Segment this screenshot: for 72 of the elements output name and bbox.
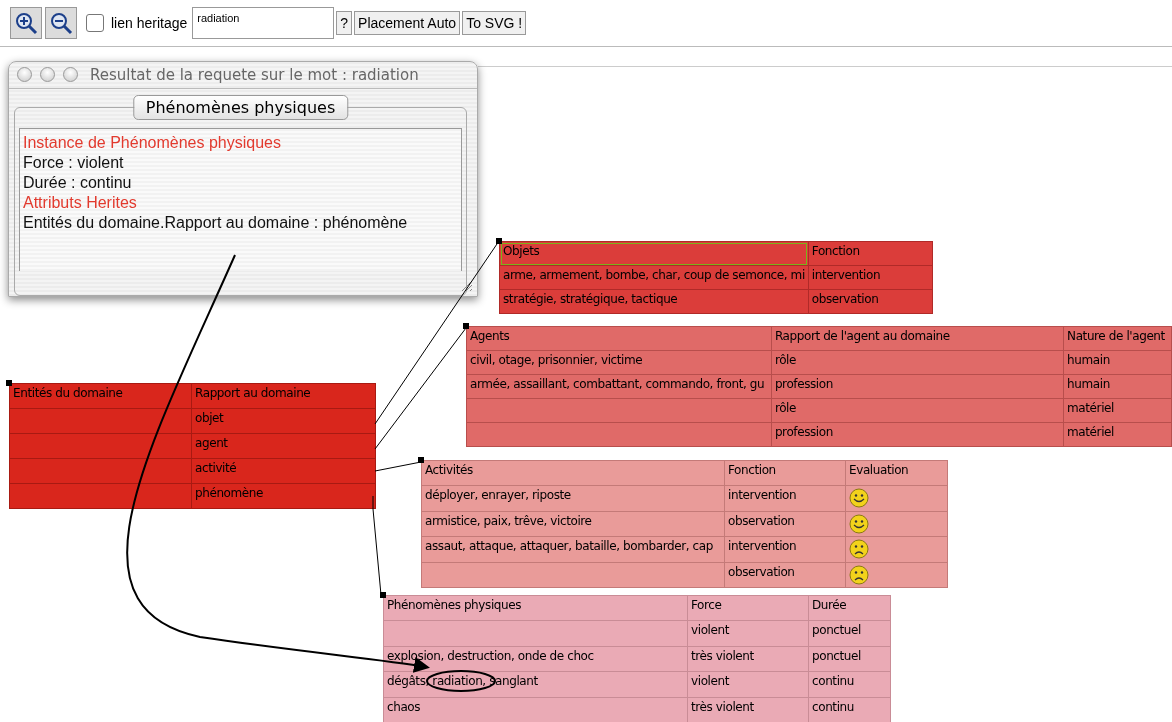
table-cell: déployer, enrayer, riposte xyxy=(421,485,725,512)
table-cell: armée, assaillant, combattant, commando, front, gu xyxy=(466,374,772,399)
auto-layout-button[interactable]: Placement Auto xyxy=(354,11,461,35)
corner-handle[interactable] xyxy=(418,457,424,463)
table-cell: humain xyxy=(1063,374,1172,399)
table-cell: humain xyxy=(1063,350,1172,375)
corner-handle[interactable] xyxy=(463,323,469,329)
table-cell: profession xyxy=(771,422,1064,447)
table-cell: phénomène xyxy=(191,483,376,509)
export-button[interactable]: To SVG ! xyxy=(462,11,527,35)
heritage-checkbox[interactable] xyxy=(86,14,104,32)
zoom-out-button[interactable] xyxy=(45,7,77,39)
column-header[interactable]: Durée xyxy=(808,595,891,621)
attribute-line: Force : violent xyxy=(23,152,125,173)
table-cell: continu xyxy=(808,697,891,722)
minimize-button[interactable] xyxy=(40,67,55,83)
column-header[interactable]: Fonction xyxy=(724,460,846,486)
table-cell: profession xyxy=(771,374,1064,399)
table-cell: observation xyxy=(724,511,846,537)
section-heading: Instance de Phénomènes physiques xyxy=(23,132,282,153)
table-cell: observation xyxy=(808,289,933,314)
column-header[interactable]: Entités du domaine xyxy=(9,383,192,409)
group-title: Phénomènes physiques xyxy=(132,94,349,120)
table-cell: violent xyxy=(687,620,809,647)
column-header[interactable]: Fonction xyxy=(808,241,933,266)
table-cell: intervention xyxy=(724,536,846,563)
help-button[interactable]: ? xyxy=(336,11,353,35)
table-cell: continu xyxy=(808,671,891,698)
table-cell: intervention xyxy=(724,485,846,512)
table-cell: très violent xyxy=(687,646,809,672)
table-cell: violent xyxy=(687,671,809,698)
table-cell: matériel xyxy=(1063,398,1172,423)
table-cell: ponctuel xyxy=(808,646,891,672)
corner-handle[interactable] xyxy=(6,380,12,386)
table-cell: armistice, paix, trêve, victoire xyxy=(421,511,725,537)
table-cell: intervention xyxy=(808,265,933,290)
column-header[interactable]: Nature de l'agent xyxy=(1063,326,1172,351)
column-header[interactable]: Activités xyxy=(421,460,725,486)
checkbox-label: lien heritage xyxy=(111,15,188,31)
zoom-in-button[interactable] xyxy=(10,7,42,39)
column-header[interactable]: Force xyxy=(687,595,809,621)
corner-handle[interactable] xyxy=(380,592,386,598)
table-cell: activité xyxy=(191,458,376,484)
table-cell: observation xyxy=(724,562,846,588)
table-cell: rôle xyxy=(771,398,1064,423)
table-cell: rôle xyxy=(771,350,1064,375)
table-cell: civil, otage, prisonnier, victime xyxy=(466,350,772,375)
zoom-button[interactable] xyxy=(63,67,78,83)
table-cell: stratégie, stratégique, tactique xyxy=(499,289,809,314)
corner-handle[interactable] xyxy=(496,238,502,244)
column-header[interactable]: Rapport au domaine xyxy=(191,383,376,409)
column-header[interactable]: Phénomènes physiques xyxy=(383,595,688,621)
table-cell: assaut, attaque, attaquer, bataille, bombarder, cap xyxy=(421,536,725,563)
attribute-line: Entités du domaine.Rapport au domaine : phénomène xyxy=(23,212,409,233)
table-cell: matériel xyxy=(1063,422,1172,447)
zoom-in-icon xyxy=(14,11,38,35)
table-cell: très violent xyxy=(687,697,809,722)
table-cell: objet xyxy=(191,408,376,434)
section-heading: Attributs Herites xyxy=(23,192,138,213)
table-cell: ponctuel xyxy=(808,620,891,647)
search-field[interactable]: radiation xyxy=(192,7,335,39)
attribute-line: Durée : continu xyxy=(23,172,133,193)
window-title: Resultat de la requete sur le mot : radiation xyxy=(90,65,419,84)
table-cell: chaos xyxy=(383,697,688,722)
close-button[interactable] xyxy=(17,67,32,83)
column-header[interactable]: Evaluation xyxy=(845,460,948,486)
column-header[interactable]: Agents xyxy=(466,326,772,351)
column-header[interactable]: Rapport de l'agent au domaine xyxy=(771,326,1064,351)
table-cell: agent xyxy=(191,433,376,459)
column-header[interactable]: Objets xyxy=(499,241,809,266)
table-cell: arme, armement, bombe, char, coup de semonce, mi xyxy=(499,265,809,290)
zoom-out-icon xyxy=(49,11,73,35)
